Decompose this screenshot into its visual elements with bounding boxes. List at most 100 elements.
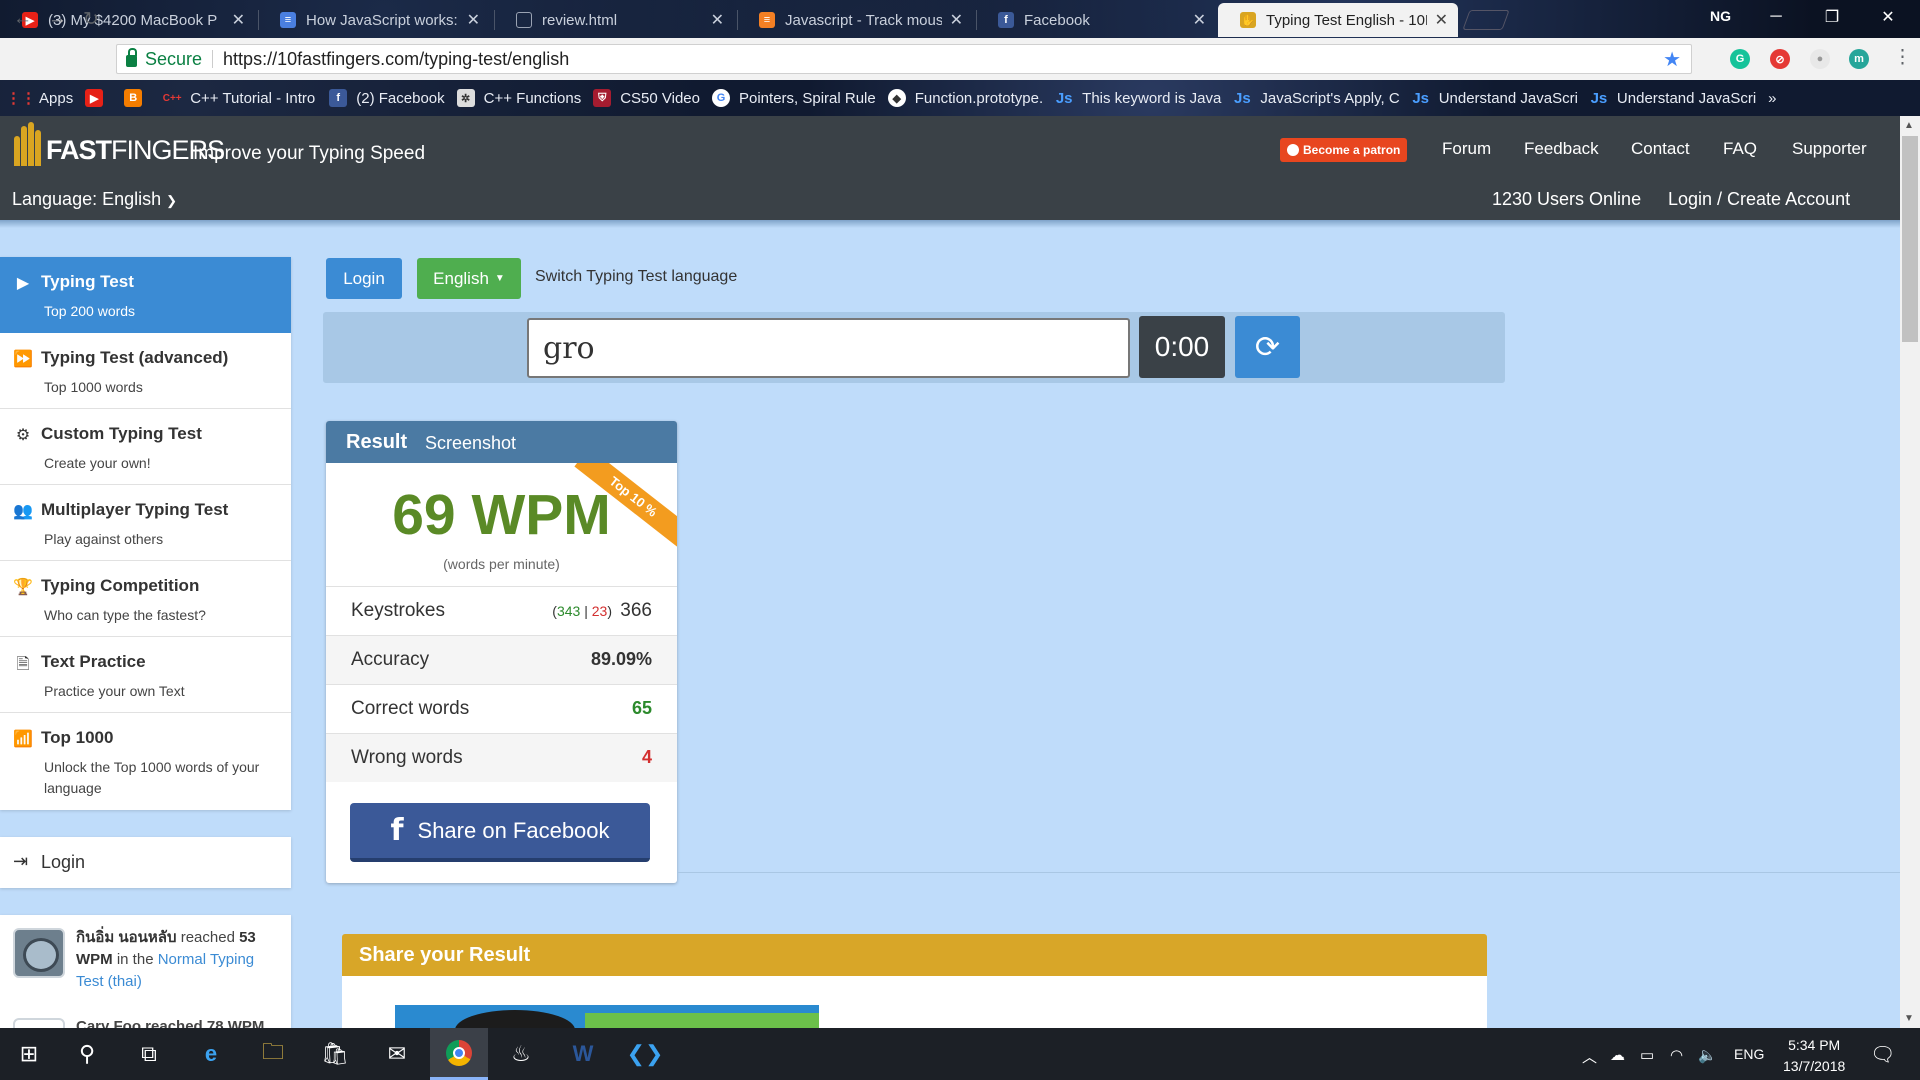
close-tab-icon[interactable]: ✕ bbox=[1193, 10, 1206, 30]
bookmark-cs50[interactable]: ⛨ CS50 Video bbox=[593, 89, 700, 107]
screenshot-tab[interactable]: Screenshot bbox=[425, 433, 516, 454]
language-dropdown-button[interactable]: English ▼ bbox=[417, 258, 521, 299]
bookmark-js-apply[interactable]: Js JavaScript's Apply, C bbox=[1233, 89, 1400, 107]
wifi-icon[interactable]: ◠ bbox=[1670, 1046, 1683, 1064]
gear-icon: ✲ bbox=[456, 89, 475, 107]
chrome-icon[interactable] bbox=[430, 1028, 488, 1080]
close-tab-icon[interactable]: ✕ bbox=[1435, 10, 1448, 30]
bookmark-cpp-tutorial[interactable]: C++ C++ Tutorial - Intro bbox=[163, 89, 316, 107]
bookmark-understand-js-1[interactable]: Js Understand JavaScri bbox=[1412, 89, 1578, 107]
tray-chevron-icon[interactable]: ︿ bbox=[1582, 1046, 1597, 1067]
sidebar-item-typing-test-advanced[interactable]: ⏩ Typing Test (advanced) Top 1000 words bbox=[0, 333, 291, 409]
facebook-icon: f bbox=[998, 12, 1014, 28]
nav-contact[interactable]: Contact bbox=[1631, 139, 1690, 159]
bookmark-understand-js-2[interactable]: Js Understand JavaScri bbox=[1590, 89, 1757, 107]
grammarly-icon[interactable]: G bbox=[1730, 49, 1750, 69]
back-icon[interactable]: ← bbox=[13, 8, 32, 30]
input-language[interactable]: ENG bbox=[1734, 1046, 1764, 1062]
windows-start-icon[interactable]: ⊞ bbox=[0, 1028, 58, 1080]
bookmark-cpp-functions[interactable]: ✲ C++ Functions bbox=[456, 89, 581, 107]
close-tab-icon[interactable]: ✕ bbox=[950, 10, 963, 30]
sidebar-item-top-1000[interactable]: 📶 Top 1000 Unlock the Top 1000 words of … bbox=[0, 713, 291, 810]
extension-circle-icon[interactable]: ● bbox=[1810, 49, 1830, 69]
browser-tab[interactable]: ≡ Javascript - Track mouse ✕ bbox=[737, 3, 973, 37]
bookmark-pointers[interactable]: G Pointers, Spiral Rule bbox=[712, 89, 876, 107]
reload-icon[interactable]: ↻ bbox=[83, 8, 99, 31]
close-tab-icon[interactable]: ✕ bbox=[467, 10, 480, 30]
nav-feedback[interactable]: Feedback bbox=[1524, 139, 1599, 159]
bookmark-star-icon[interactable]: ★ bbox=[1663, 47, 1681, 72]
bookmark-facebook[interactable]: f (2) Facebook bbox=[329, 89, 445, 107]
scroll-up-icon[interactable]: ▲ bbox=[1904, 120, 1914, 131]
browser-tab[interactable]: f Facebook ✕ bbox=[976, 3, 1216, 37]
new-tab-button[interactable] bbox=[1462, 10, 1510, 30]
system-clock[interactable]: 5:34 PM 13/7/2018 bbox=[1783, 1035, 1845, 1077]
bookmark-function-prototype[interactable]: ◆ Function.prototype. bbox=[887, 89, 1043, 107]
address-separator bbox=[212, 50, 214, 68]
bookmarks-overflow-icon[interactable]: » bbox=[1768, 90, 1776, 107]
bookmark-blogger[interactable]: B bbox=[124, 89, 151, 107]
onedrive-icon[interactable]: ☁ bbox=[1610, 1046, 1625, 1064]
browser-menu-icon[interactable]: ⋮ bbox=[1893, 46, 1912, 69]
browser-tab[interactable]: review.html ✕ bbox=[494, 3, 734, 37]
search-icon[interactable]: ⚲ bbox=[58, 1028, 116, 1080]
edge-icon[interactable]: e bbox=[182, 1028, 240, 1080]
word-icon[interactable]: W bbox=[554, 1028, 612, 1080]
file-explorer-icon[interactable]: 🗀 bbox=[244, 1028, 302, 1080]
sidebar-item-custom-typing-test[interactable]: ⚙ Custom Typing Test Create your own! bbox=[0, 409, 291, 485]
browser-tab[interactable]: ▶ (3) My $4200 MacBook P ✕ bbox=[0, 3, 255, 37]
nav-forum[interactable]: Forum bbox=[1442, 139, 1491, 159]
address-bar[interactable]: Secure https://10fastfingers.com/typing-… bbox=[116, 44, 1692, 74]
sidebar-login[interactable]: ⇥ Login bbox=[0, 837, 291, 888]
store-icon[interactable]: 🛍 bbox=[306, 1028, 364, 1080]
youtube-icon: ▶ bbox=[85, 89, 104, 107]
close-tab-icon[interactable]: ✕ bbox=[232, 10, 245, 30]
facebook-icon: f bbox=[390, 813, 404, 848]
login-button[interactable]: Login bbox=[326, 258, 402, 299]
sidebar-item-multiplayer[interactable]: 👥 Multiplayer Typing Test Play against o… bbox=[0, 485, 291, 561]
maximize-icon[interactable]: ❐ bbox=[1804, 0, 1860, 34]
fast-forward-icon: ⏩ bbox=[13, 351, 33, 368]
nav-faq[interactable]: FAQ bbox=[1723, 139, 1757, 159]
bookmark-apps[interactable]: ⋮⋮ Apps bbox=[6, 89, 73, 108]
browser-tab-active[interactable]: ✋ Typing Test English - 10F ✕ bbox=[1218, 3, 1458, 37]
extension-badge-icon[interactable]: ⊘ bbox=[1770, 49, 1790, 69]
typing-input[interactable]: gro bbox=[527, 318, 1130, 378]
vscode-icon[interactable]: ❮❯ bbox=[616, 1028, 674, 1080]
bookmark-youtube[interactable]: ▶ bbox=[85, 89, 112, 107]
close-window-icon[interactable]: ✕ bbox=[1860, 0, 1916, 34]
restart-button[interactable]: ⟳ bbox=[1235, 316, 1300, 378]
browser-tab[interactable]: ≡ How JavaScript works: an ✕ bbox=[258, 3, 490, 37]
extension-m-icon[interactable]: m bbox=[1849, 49, 1869, 69]
minimize-icon[interactable]: ─ bbox=[1748, 0, 1804, 34]
become-patron-button[interactable]: Become a patron bbox=[1280, 138, 1408, 162]
refresh-icon: ⟳ bbox=[1254, 330, 1281, 364]
profile-badge[interactable]: NG bbox=[1710, 8, 1731, 24]
forward-icon[interactable]: → bbox=[48, 8, 67, 30]
facebook-icon: f bbox=[329, 89, 348, 107]
notifications-icon[interactable]: 🗨 bbox=[1870, 1042, 1895, 1067]
nav-supporter[interactable]: Supporter bbox=[1792, 139, 1867, 159]
share-facebook-button[interactable]: f Share on Facebook bbox=[350, 803, 650, 862]
mail-icon[interactable]: ✉ bbox=[368, 1028, 426, 1080]
sidebar-item-competition[interactable]: 🏆 Typing Competition Who can type the fa… bbox=[0, 561, 291, 637]
sidebar-item-text-practice[interactable]: 🗎 Text Practice Practice your own Text bbox=[0, 637, 291, 713]
bookmark-this-keyword[interactable]: Js This keyword is Java bbox=[1055, 89, 1222, 107]
steam-icon[interactable]: ♨ bbox=[492, 1028, 550, 1080]
site-tagline: Improve your Typing Speed bbox=[193, 143, 426, 164]
url-text[interactable]: https://10fastfingers.com/typing-test/en… bbox=[223, 49, 569, 70]
battery-icon[interactable]: ▭ bbox=[1640, 1046, 1654, 1064]
scrollbar-thumb[interactable] bbox=[1902, 136, 1918, 342]
language-selector[interactable]: Language: English ❯ bbox=[12, 189, 177, 210]
login-create-account-link[interactable]: Login / Create Account bbox=[1668, 189, 1850, 210]
share-result-image[interactable] bbox=[395, 1005, 819, 1028]
avatar[interactable] bbox=[13, 928, 65, 978]
document-icon: 🗎 bbox=[16, 656, 30, 673]
close-tab-icon[interactable]: ✕ bbox=[711, 10, 724, 30]
task-view-icon[interactable]: ⧉ bbox=[120, 1028, 178, 1080]
scroll-down-icon[interactable]: ▼ bbox=[1904, 1013, 1914, 1024]
result-row-accuracy: Accuracy 89.09% bbox=[326, 635, 677, 684]
sidebar-item-typing-test[interactable]: ▶ Typing Test Top 200 words bbox=[0, 257, 291, 333]
result-tab[interactable]: Result bbox=[346, 431, 407, 454]
volume-icon[interactable]: 🔈 bbox=[1698, 1046, 1717, 1064]
